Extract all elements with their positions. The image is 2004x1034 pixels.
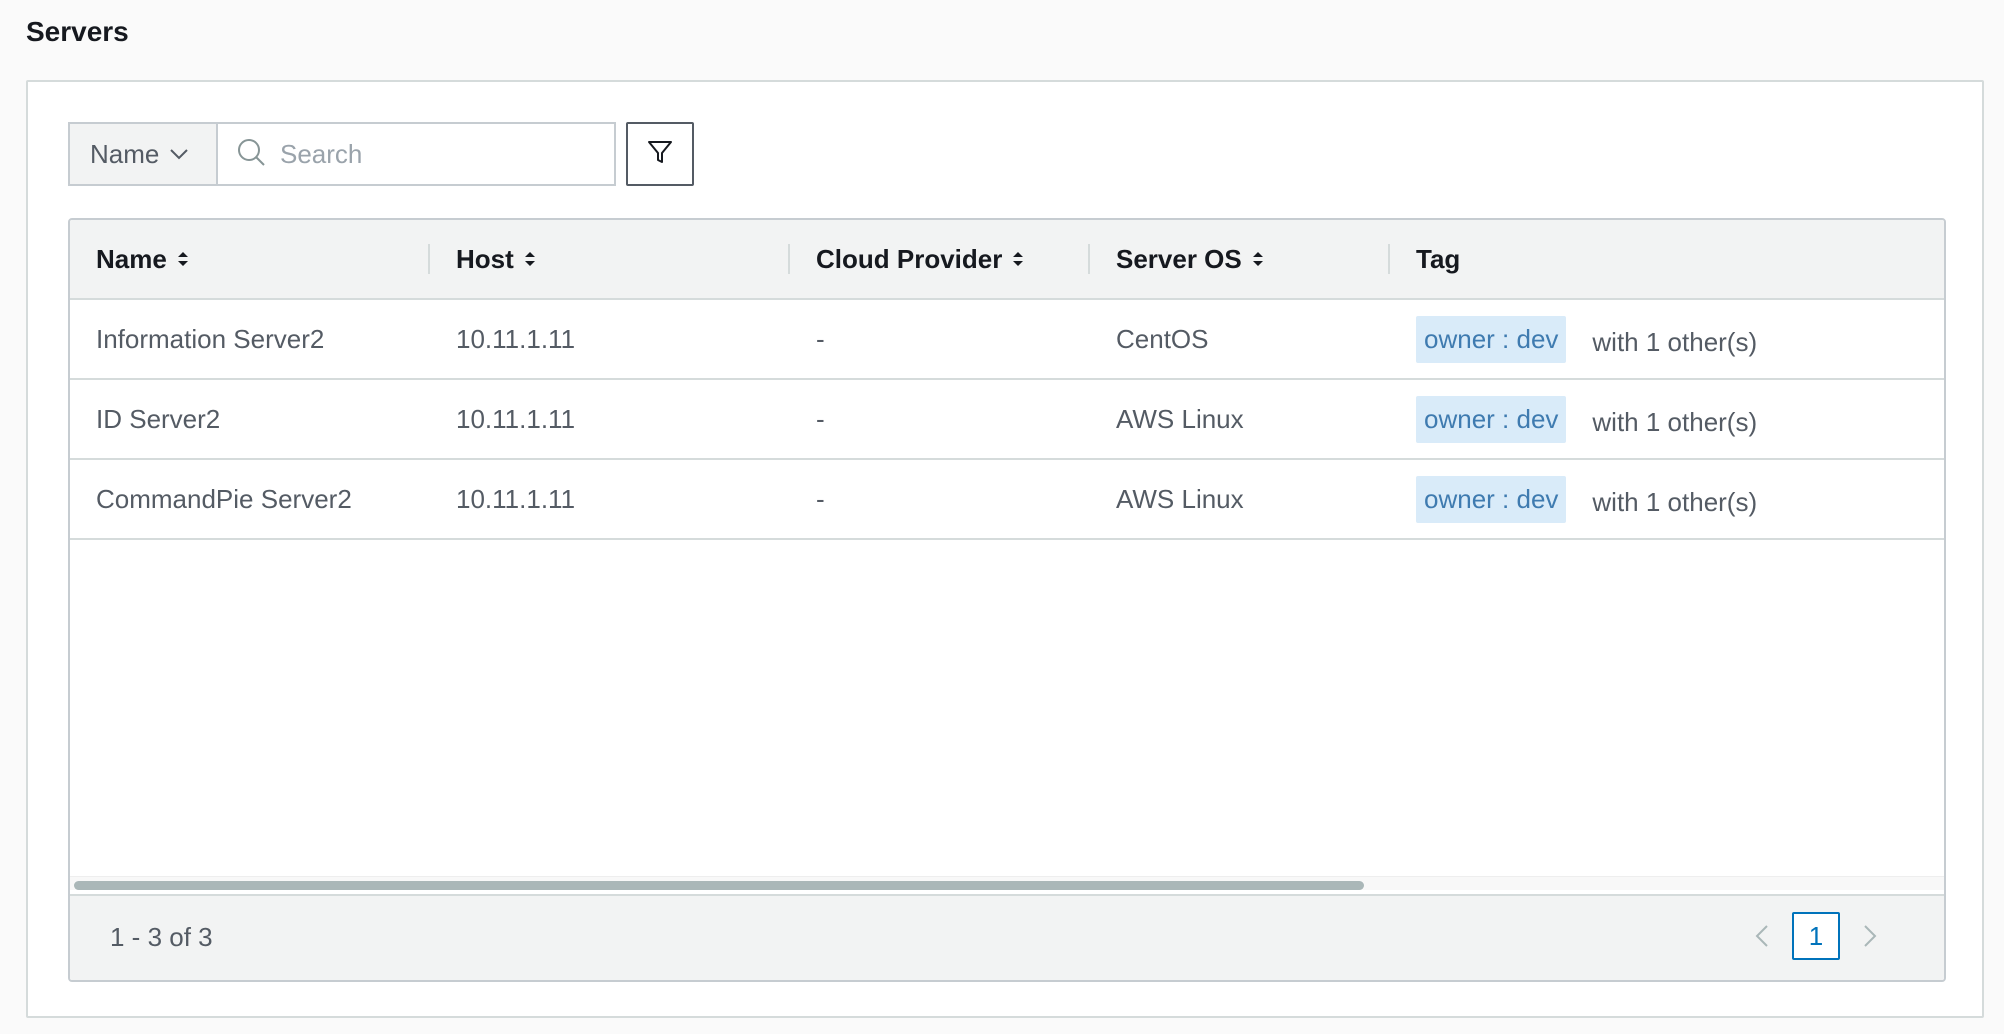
cell-cloud-provider: - xyxy=(816,483,825,514)
column-separator[interactable] xyxy=(428,244,430,274)
cell-server-os: CentOS xyxy=(1116,323,1209,354)
filter-button[interactable] xyxy=(626,122,694,186)
cell-host: 10.11.1.11 xyxy=(456,323,576,354)
chevron-down-icon xyxy=(169,148,189,160)
column-header-tag: Tag xyxy=(1416,220,1460,298)
tag-more-text: with 1 other(s) xyxy=(1592,486,1758,517)
cell-tag: owner : dev with 1 other(s) xyxy=(1416,380,1757,458)
search-field-select-value: Name xyxy=(90,138,160,169)
sort-icon xyxy=(1012,248,1024,270)
search-icon xyxy=(236,137,266,172)
tag-badge: owner : dev xyxy=(1416,315,1567,363)
servers-table: Name Host Cloud Provider Server OS Tag I… xyxy=(68,218,1946,982)
column-label: Tag xyxy=(1416,243,1461,274)
cell-tag: owner : dev with 1 other(s) xyxy=(1416,300,1757,378)
chevron-right-icon[interactable] xyxy=(1854,924,1886,948)
chevron-left-icon[interactable] xyxy=(1746,924,1778,948)
cell-tag: owner : dev with 1 other(s) xyxy=(1416,460,1757,538)
cell-cloud-provider: - xyxy=(816,403,825,434)
column-header-name[interactable]: Name xyxy=(96,220,189,298)
pagination: 1 xyxy=(1746,912,1886,960)
scrollbar-thumb[interactable] xyxy=(74,881,1364,890)
column-separator[interactable] xyxy=(1088,244,1090,274)
page-number-button[interactable]: 1 xyxy=(1792,912,1840,960)
cell-name: ID Server2 xyxy=(96,403,221,434)
column-label: Cloud Provider xyxy=(816,243,1003,274)
cell-host: 10.11.1.11 xyxy=(456,403,576,434)
column-label: Server OS xyxy=(1116,243,1242,274)
tag-more-text: with 1 other(s) xyxy=(1592,326,1758,357)
column-label: Name xyxy=(96,243,167,274)
horizontal-scrollbar[interactable] xyxy=(70,876,1944,890)
filter-icon xyxy=(646,138,674,171)
cell-name: CommandPie Server2 xyxy=(96,483,352,514)
column-header-cloud-provider[interactable]: Cloud Provider xyxy=(816,220,1024,298)
column-separator[interactable] xyxy=(1388,244,1390,274)
cell-server-os: AWS Linux xyxy=(1116,483,1244,514)
cell-server-os: AWS Linux xyxy=(1116,403,1244,434)
column-header-host[interactable]: Host xyxy=(456,220,536,298)
search-field-select[interactable]: Name xyxy=(68,122,216,186)
table-row[interactable]: Information Server2 10.11.1.11 - CentOS … xyxy=(70,300,1944,380)
table-footer: 1 - 3 of 3 1 xyxy=(70,894,1944,980)
cell-name: Information Server2 xyxy=(96,323,325,354)
tag-badge: owner : dev xyxy=(1416,475,1567,523)
search-input[interactable] xyxy=(278,137,598,171)
column-separator[interactable] xyxy=(788,244,790,274)
sort-icon xyxy=(524,248,536,270)
search-box xyxy=(216,122,616,186)
servers-panel: Name Name Host xyxy=(26,80,1984,1018)
table-row[interactable]: ID Server2 10.11.1.11 - AWS Linux owner … xyxy=(70,380,1944,460)
cell-cloud-provider: - xyxy=(816,323,825,354)
sort-icon xyxy=(1252,248,1264,270)
tag-more-text: with 1 other(s) xyxy=(1592,406,1758,437)
sort-icon xyxy=(177,248,189,270)
page-title: Servers xyxy=(26,16,129,47)
toolbar: Name xyxy=(68,122,694,186)
table-header: Name Host Cloud Provider Server OS Tag xyxy=(70,220,1944,300)
column-label: Host xyxy=(456,243,514,274)
table-row[interactable]: CommandPie Server2 10.11.1.11 - AWS Linu… xyxy=(70,460,1944,540)
tag-badge: owner : dev xyxy=(1416,395,1567,443)
pagination-range-text: 1 - 3 of 3 xyxy=(110,922,213,952)
cell-host: 10.11.1.11 xyxy=(456,483,576,514)
column-header-server-os[interactable]: Server OS xyxy=(1116,220,1264,298)
